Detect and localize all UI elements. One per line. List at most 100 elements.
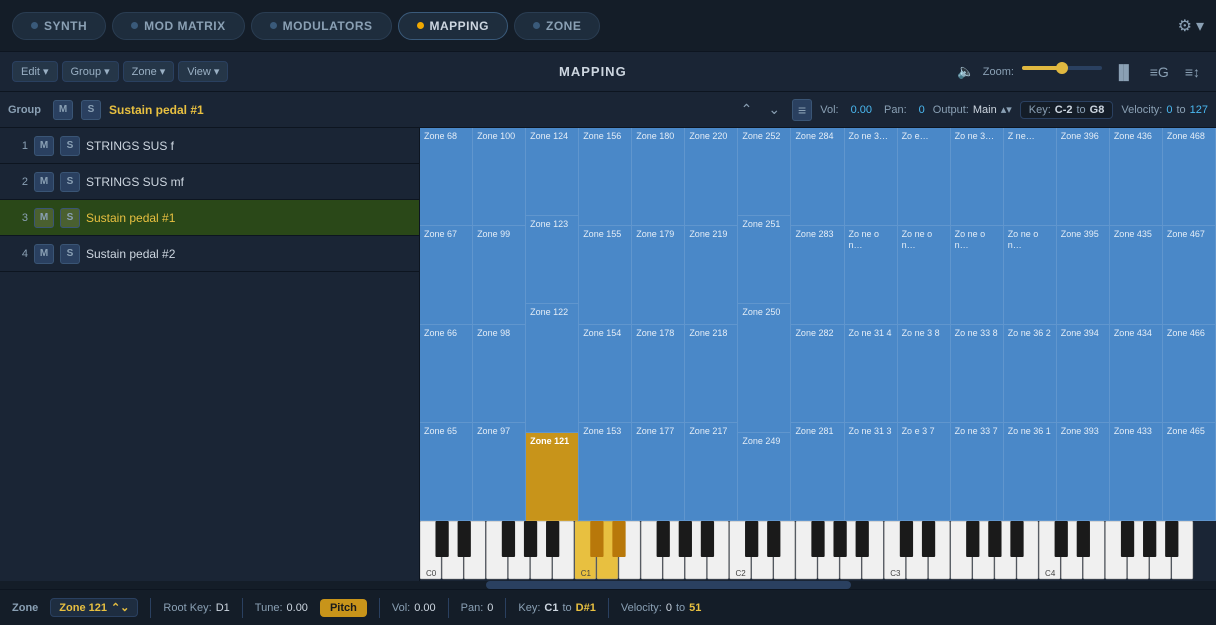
mute-button[interactable]: M — [53, 100, 73, 120]
zone-cell-0-1[interactable]: Zone 67 — [420, 226, 472, 324]
status-pan-value[interactable]: 0 — [487, 602, 493, 614]
zone-cell-8-2[interactable]: Zo ne 31 4 — [845, 325, 897, 423]
group1-solo[interactable]: S — [60, 136, 80, 156]
root-key-value[interactable]: D1 — [216, 602, 230, 614]
group4-solo[interactable]: S — [60, 244, 80, 264]
status-key-from[interactable]: C1 — [544, 602, 558, 614]
zone-cell-5-1[interactable]: Zone 219 — [685, 226, 737, 324]
group2-solo[interactable]: S — [60, 172, 80, 192]
zone-cell-10-0[interactable]: Zo ne 3… — [951, 128, 1003, 226]
list-view-icon[interactable]: ≡↕ — [1181, 62, 1204, 82]
zone-cell-6-1[interactable]: Zone 251 — [738, 216, 790, 304]
group-row-4[interactable]: 4 M S Sustain pedal #2 — [0, 236, 419, 272]
vel-from-value[interactable]: 0 — [1166, 104, 1172, 116]
zone-cell-7-0[interactable]: Zone 284 — [791, 128, 843, 226]
zoom-slider-container[interactable] — [1022, 66, 1102, 78]
vel-to-value[interactable]: 127 — [1190, 104, 1208, 116]
zone-cell-12-2[interactable]: Zone 394 — [1057, 325, 1109, 423]
zone-cell-1-3[interactable]: Zone 97 — [473, 423, 525, 521]
group3-solo[interactable]: S — [60, 208, 80, 228]
group4-mute[interactable]: M — [34, 244, 54, 264]
zone-cell-13-0[interactable]: Zone 436 — [1110, 128, 1162, 226]
zone-cell-1-1[interactable]: Zone 99 — [473, 226, 525, 324]
status-vel-from[interactable]: 0 — [666, 602, 672, 614]
zone-cell-9-1[interactable]: Zo ne on… — [898, 226, 950, 324]
zone-cell-14-1[interactable]: Zone 467 — [1163, 226, 1215, 324]
zone-cell-12-1[interactable]: Zone 395 — [1057, 226, 1109, 324]
zone-cell-2-0[interactable]: Zone 124 — [526, 128, 578, 216]
solo-button[interactable]: S — [81, 100, 101, 120]
group1-mute[interactable]: M — [34, 136, 54, 156]
zone-cell-4-0[interactable]: Zone 180 — [632, 128, 684, 226]
zone-cell-1-2[interactable]: Zone 98 — [473, 325, 525, 423]
zone-cell-3-1[interactable]: Zone 155 — [579, 226, 631, 324]
pitch-button[interactable]: Pitch — [320, 599, 367, 617]
zone-cell-6-0[interactable]: Zone 252 — [738, 128, 790, 216]
status-vel-to[interactable]: 51 — [689, 602, 701, 614]
zone-cell-7-2[interactable]: Zone 282 — [791, 325, 843, 423]
zone-name-field[interactable]: Zone 121 ⌃⌄ — [50, 598, 138, 617]
output-value[interactable]: Main — [973, 104, 997, 116]
group-menu[interactable]: Group ▾ — [62, 61, 119, 82]
group3-mute[interactable]: M — [34, 208, 54, 228]
zone-cell-8-3[interactable]: Zo ne 31 3 — [845, 423, 897, 521]
group-row-3[interactable]: 3 M S Sustain pedal #1 — [0, 200, 419, 236]
nav-tab-modmatrix[interactable]: MOD MATRIX — [112, 12, 244, 40]
vol-value[interactable]: 0.00 — [851, 104, 872, 116]
zone-cell-8-0[interactable]: Zo ne 3… — [845, 128, 897, 226]
group-row-1[interactable]: 1 M S STRINGS SUS f — [0, 128, 419, 164]
scroll-thumb[interactable] — [486, 581, 851, 589]
zone-cell-3-3[interactable]: Zone 153 — [579, 423, 631, 521]
zone-cell-13-1[interactable]: Zone 435 — [1110, 226, 1162, 324]
zone-cell-0-2[interactable]: Zone 66 — [420, 325, 472, 423]
zone-cell-7-3[interactable]: Zone 281 — [791, 423, 843, 521]
zone-cell-14-2[interactable]: Zone 466 — [1163, 325, 1215, 423]
pan-value[interactable]: 0 — [919, 104, 925, 116]
key-to-value[interactable]: G8 — [1090, 104, 1105, 116]
waveform-view-icon[interactable]: ▐▌ — [1110, 62, 1138, 82]
zone-cell-11-2[interactable]: Zo ne 36 2 — [1004, 325, 1056, 423]
zone-cell-6-3[interactable]: Zone 249 — [738, 433, 790, 521]
group-arrow-down-icon[interactable]: ⌄ — [764, 101, 784, 118]
zone-cell-14-3[interactable]: Zone 465 — [1163, 423, 1215, 521]
edit-menu[interactable]: Edit ▾ — [12, 61, 58, 82]
output-arrow-icon[interactable]: ▴▾ — [1001, 103, 1012, 116]
scroll-track[interactable] — [0, 581, 1216, 589]
zone-cell-10-2[interactable]: Zo ne 33 8 — [951, 325, 1003, 423]
group-arrow-up-icon[interactable]: ⌃ — [737, 101, 757, 118]
group2-mute[interactable]: M — [34, 172, 54, 192]
group-row-2[interactable]: 2 M S STRINGS SUS mf — [0, 164, 419, 200]
zone-cell-5-0[interactable]: Zone 220 — [685, 128, 737, 226]
zone-cell-13-3[interactable]: Zone 433 — [1110, 423, 1162, 521]
zone-cell-12-3[interactable]: Zone 393 — [1057, 423, 1109, 521]
zone-cell-8-1[interactable]: Zo ne on… — [845, 226, 897, 324]
group-list-icon[interactable]: ≡ — [792, 99, 812, 121]
zone-cell-13-2[interactable]: Zone 434 — [1110, 325, 1162, 423]
key-from-value[interactable]: C-2 — [1055, 104, 1073, 116]
zone-cell-6-2[interactable]: Zone 250 — [738, 304, 790, 433]
zoom-slider-thumb[interactable] — [1056, 62, 1068, 74]
zone-cell-4-2[interactable]: Zone 178 — [632, 325, 684, 423]
zone-cell-0-3[interactable]: Zone 65 — [420, 423, 472, 521]
zoom-slider[interactable] — [1022, 66, 1102, 70]
zone-cell-9-2[interactable]: Zo ne 3 8 — [898, 325, 950, 423]
status-key-to[interactable]: D#1 — [576, 602, 596, 614]
nav-tab-mapping[interactable]: MAPPING — [398, 12, 509, 40]
nav-tab-modulators[interactable]: MODULATORS — [251, 12, 392, 40]
zone-cell-2-2[interactable]: Zone 122 — [526, 304, 578, 433]
zone-cell-2-3[interactable]: Zone 121 — [526, 433, 578, 521]
zone-cell-7-1[interactable]: Zone 283 — [791, 226, 843, 324]
zone-cell-1-0[interactable]: Zone 100 — [473, 128, 525, 226]
zone-menu[interactable]: Zone ▾ — [123, 61, 175, 82]
zone-cell-9-0[interactable]: Zo e… — [898, 128, 950, 226]
zone-cell-0-0[interactable]: Zone 68 — [420, 128, 472, 226]
zone-cell-3-0[interactable]: Zone 156 — [579, 128, 631, 226]
zone-cell-10-1[interactable]: Zo ne on… — [951, 226, 1003, 324]
zone-cell-11-3[interactable]: Zo ne 36 1 — [1004, 423, 1056, 521]
zone-cell-12-0[interactable]: Zone 396 — [1057, 128, 1109, 226]
settings-gear[interactable]: ⚙ ▾ — [1178, 16, 1204, 36]
zone-cell-5-2[interactable]: Zone 218 — [685, 325, 737, 423]
zone-cell-2-1[interactable]: Zone 123 — [526, 216, 578, 304]
zone-cell-3-2[interactable]: Zone 154 — [579, 325, 631, 423]
zone-cell-9-3[interactable]: Zo e 3 7 — [898, 423, 950, 521]
